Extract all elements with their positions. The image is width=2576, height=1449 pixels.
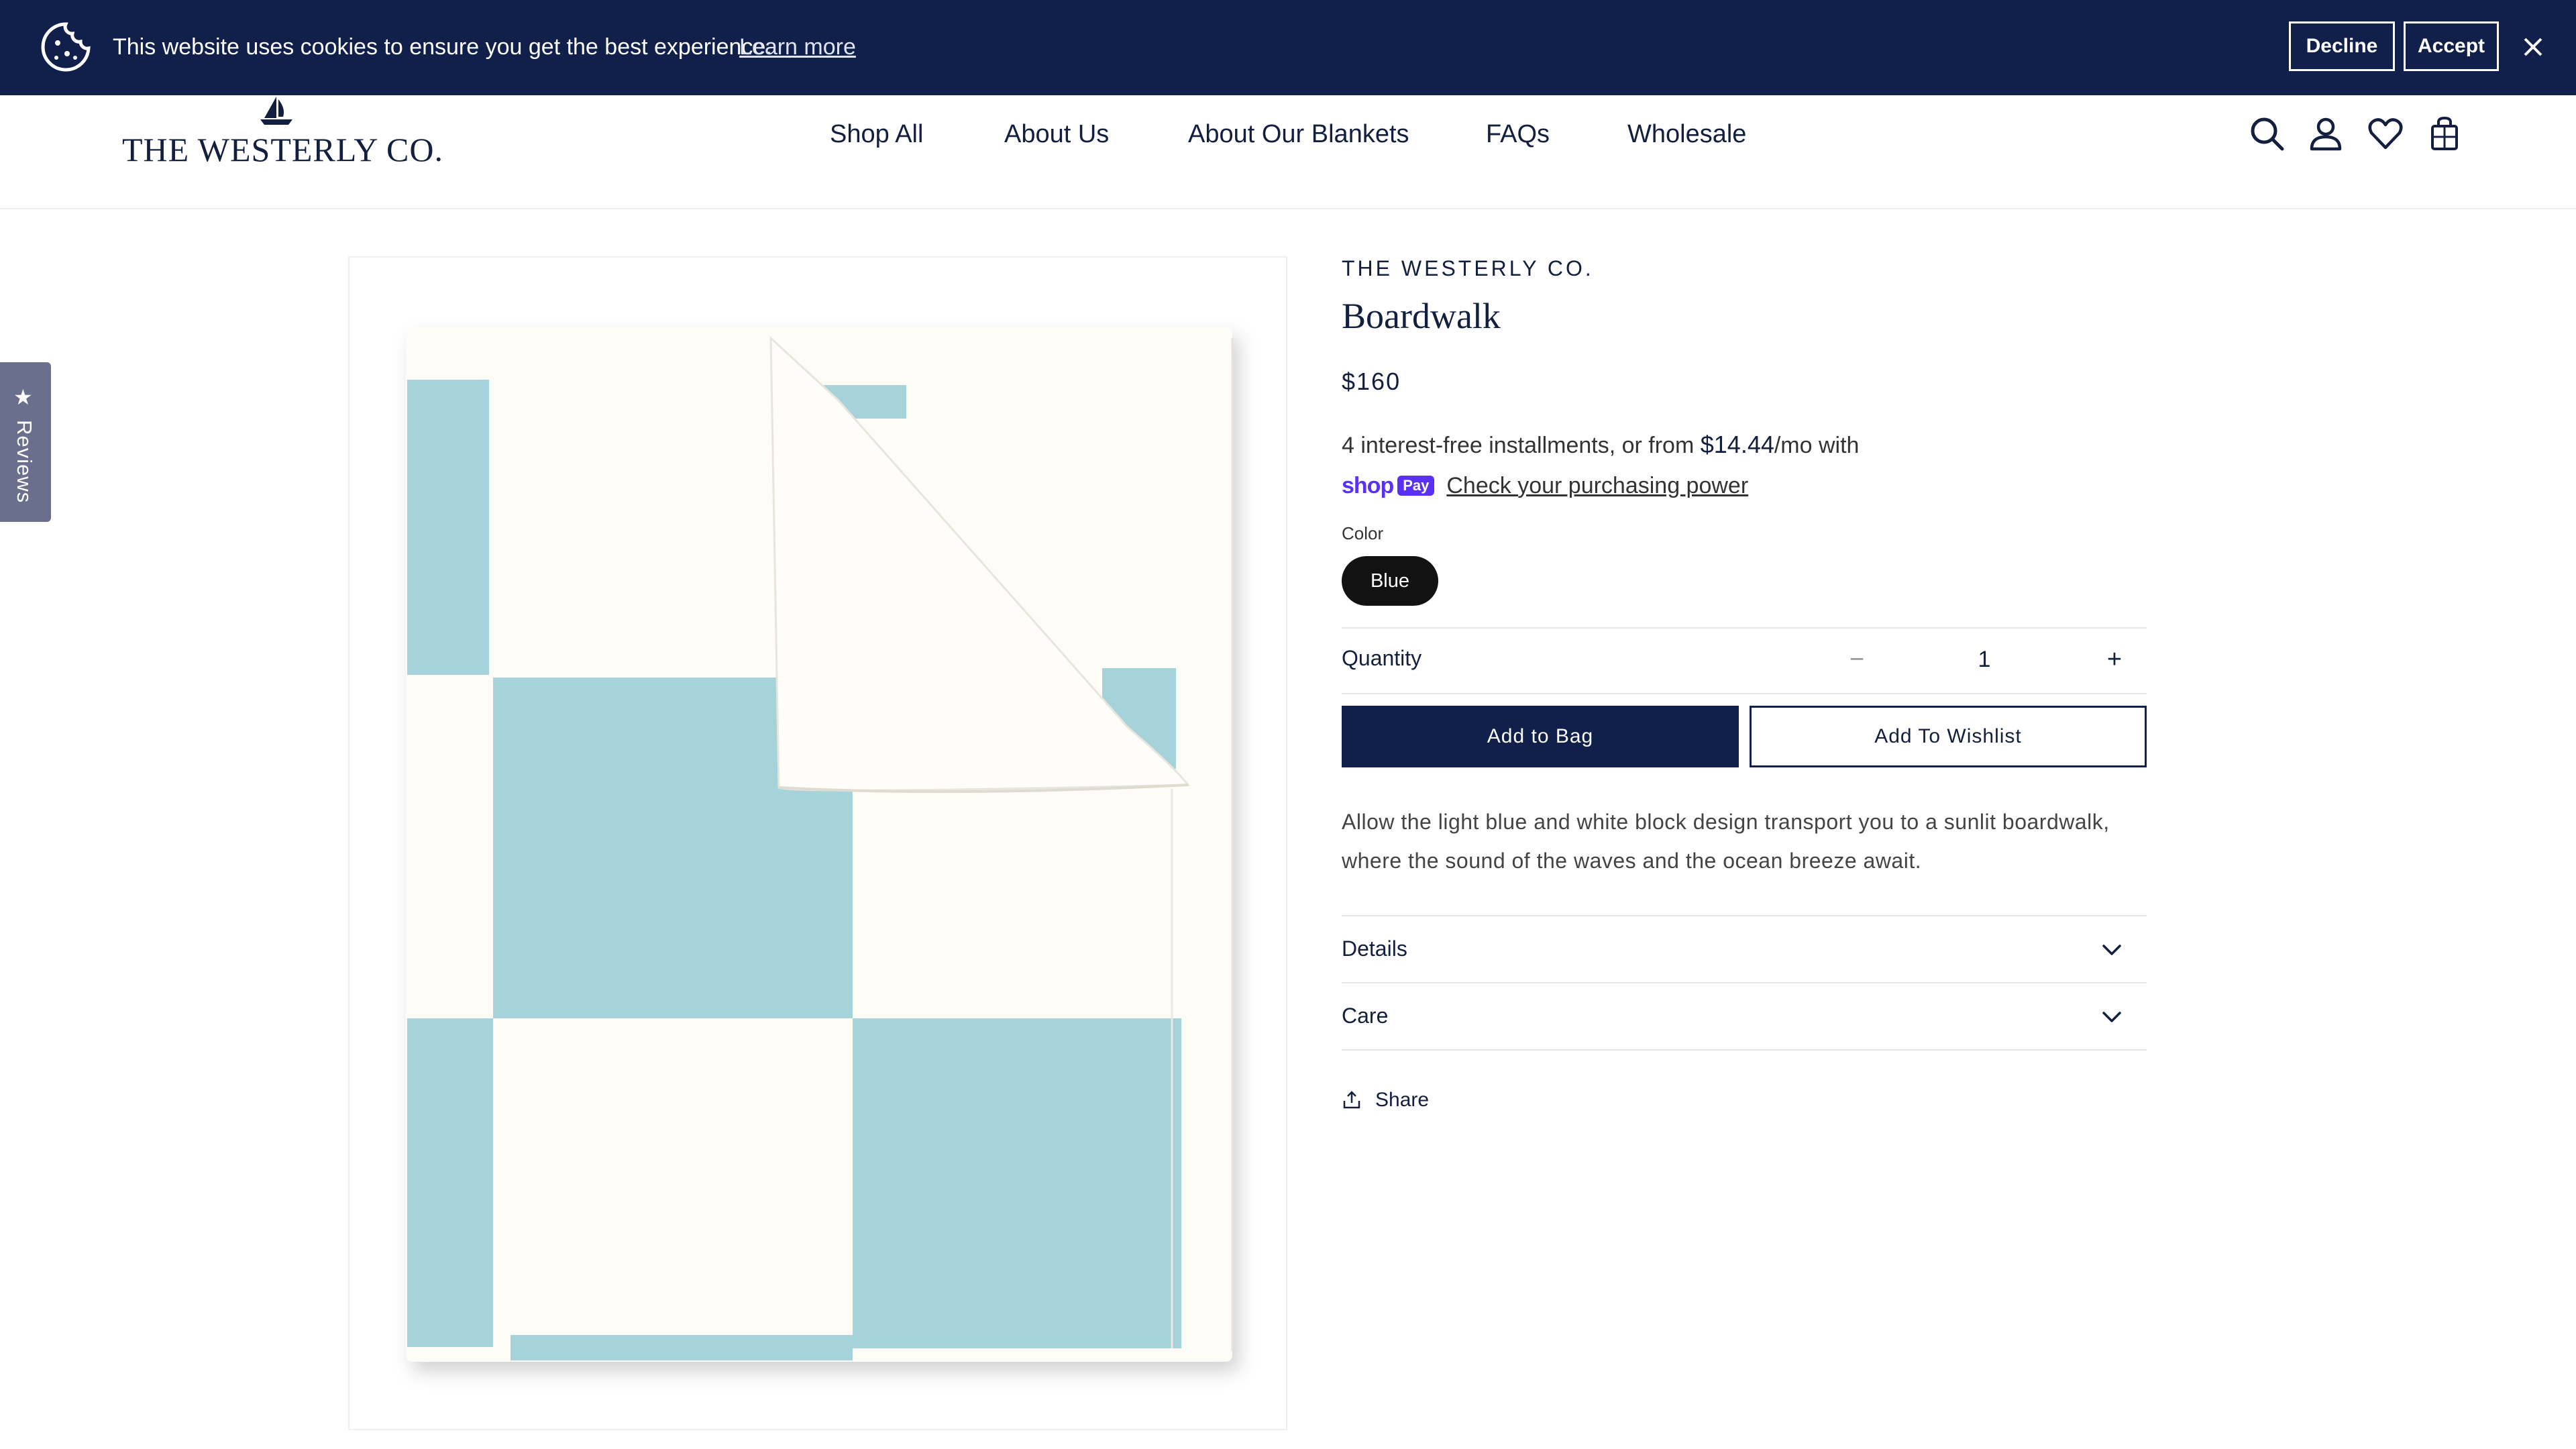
- star-icon: ★: [13, 385, 33, 409]
- installments-prefix: 4 interest-free installments, or from: [1342, 433, 1701, 458]
- accordion-details[interactable]: Details: [1342, 915, 2147, 983]
- share-label: Share: [1375, 1089, 1430, 1111]
- product-image[interactable]: [348, 256, 1287, 1430]
- quantity-value[interactable]: 1: [1964, 641, 2004, 678]
- accordion-care[interactable]: Care: [1342, 982, 2147, 1051]
- search-icon[interactable]: [2247, 114, 2286, 153]
- reviews-tab-label: Reviews: [13, 420, 36, 504]
- quantity-increase-button[interactable]: +: [2101, 641, 2128, 678]
- site-header: THE WESTERLY CO. Shop All About Us About…: [0, 95, 2576, 209]
- accordion-details-label: Details: [1342, 936, 1407, 961]
- chevron-down-icon: [2102, 1012, 2121, 1022]
- close-icon[interactable]: [2517, 31, 2549, 63]
- cookie-decline-button[interactable]: Decline: [2289, 21, 2395, 71]
- color-label: Color: [1342, 523, 1384, 543]
- cookie-accept-button[interactable]: Accept: [2404, 21, 2499, 71]
- bag-icon[interactable]: [2425, 114, 2464, 153]
- product-price: $160: [1342, 368, 1401, 395]
- cookie-icon: [41, 22, 91, 72]
- quantity-stepper: Quantity − 1 +: [1342, 627, 2147, 694]
- check-purchasing-power-link[interactable]: Check your purchasing power: [1446, 473, 1748, 499]
- cookie-learn-more-link[interactable]: Learn more: [739, 31, 856, 63]
- nav-about-our-blankets[interactable]: About Our Blankets: [1188, 114, 1409, 154]
- nav-about-us[interactable]: About Us: [1004, 114, 1109, 154]
- color-option-blue[interactable]: Blue: [1342, 556, 1438, 606]
- blanket-image: [406, 327, 1234, 1362]
- quantity-label: Quantity: [1342, 646, 1422, 670]
- accordion-divider: [1342, 1049, 2147, 1051]
- installments-suffix: /mo with: [1774, 433, 1860, 458]
- shop-pay-row: shop Pay Check your purchasing power: [1342, 471, 1748, 500]
- product-description: Allow the light blue and white block des…: [1342, 810, 2110, 873]
- nav-shop-all[interactable]: Shop All: [830, 114, 923, 154]
- installments-text: 4 interest-free installments, or from $1…: [1342, 431, 1859, 459]
- account-icon[interactable]: [2306, 114, 2345, 153]
- product-title: Boardwalk: [1342, 296, 1501, 336]
- nav-faqs[interactable]: FAQs: [1486, 114, 1550, 154]
- chevron-down-icon: [2102, 945, 2121, 955]
- cookie-banner: This website uses cookies to ensure you …: [0, 0, 2576, 95]
- reviews-tab[interactable]: ★ Reviews: [0, 362, 51, 522]
- main-nav: Shop All About Us About Our Blankets FAQ…: [0, 114, 2576, 154]
- wishlist-icon[interactable]: [2366, 114, 2405, 153]
- add-to-wishlist-button[interactable]: Add To Wishlist: [1750, 706, 2147, 767]
- nav-wholesale[interactable]: Wholesale: [1627, 114, 1746, 154]
- quantity-decrease-button[interactable]: −: [1843, 641, 1870, 678]
- add-to-bag-button[interactable]: Add to Bag: [1342, 706, 1739, 767]
- accordion-care-label: Care: [1342, 1004, 1389, 1028]
- product-vendor: THE WESTERLY CO.: [1342, 256, 1594, 280]
- shop-pay-logo: shop: [1342, 472, 1394, 498]
- share-icon: [1343, 1091, 1360, 1109]
- share-button[interactable]: Share: [1342, 1085, 1429, 1115]
- shop-pay-badge: Pay: [1397, 476, 1435, 496]
- cookie-message: This website uses cookies to ensure you …: [113, 34, 772, 60]
- installments-amount: $14.44: [1700, 431, 1774, 458]
